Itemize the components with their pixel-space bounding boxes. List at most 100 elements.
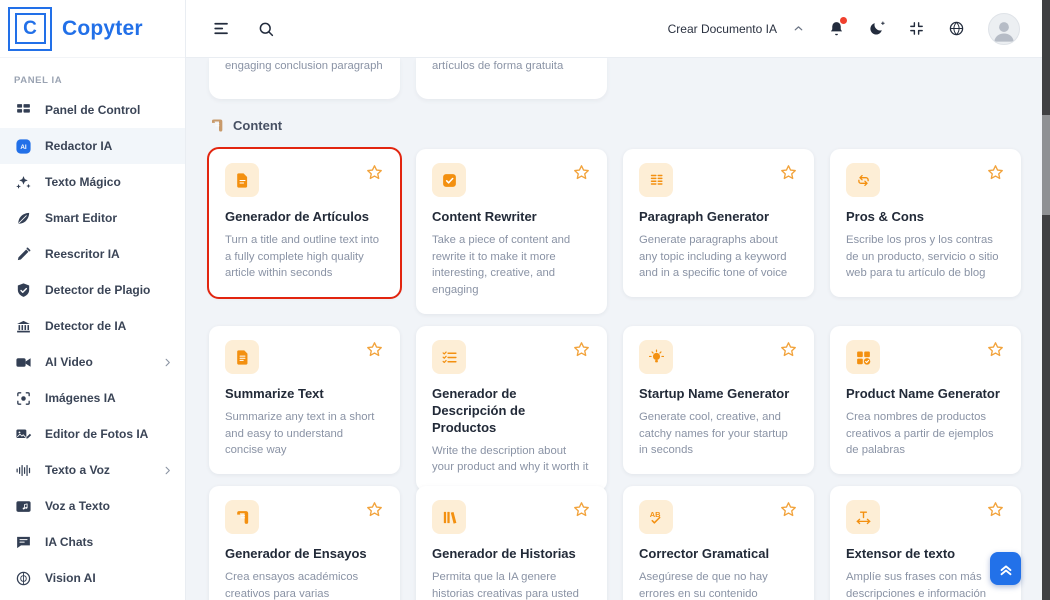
tool-card-startup-name-generator[interactable]: Startup Name GeneratorGenerate cool, cre… <box>623 326 814 474</box>
tool-card-corrector-gramatical[interactable]: AB Corrector Gramatical Asegúrese de que n… <box>623 486 814 600</box>
favorite-star-icon[interactable] <box>986 163 1005 182</box>
tool-card-generador-de-ensayos[interactable]: Generador de EnsayosCrea ensayos académi… <box>209 486 400 600</box>
favorite-star-icon[interactable] <box>779 500 798 519</box>
waveform-icon <box>14 461 32 479</box>
tool-card-generador-de-artículos[interactable]: Generador de ArtículosTurn a title and o… <box>209 149 400 297</box>
tool-card-content-rewriter[interactable]: Content Rewriter Take a piece of content … <box>416 149 607 314</box>
sidebar-item-detector-de-plagio[interactable]: Detector de Plagio <box>0 272 185 308</box>
favorite-star-icon[interactable] <box>986 340 1005 359</box>
favorite-star-icon[interactable] <box>572 163 591 182</box>
notifications-bell-icon[interactable] <box>828 20 845 37</box>
partial-card-text: artículos de forma gratuita <box>432 60 591 72</box>
card-title: Corrector Gramatical <box>639 546 798 563</box>
favorite-star-icon[interactable] <box>365 500 384 519</box>
card-top <box>846 163 1005 197</box>
favorite-star-icon[interactable] <box>365 163 384 182</box>
card-title: Summarize Text <box>225 386 384 403</box>
scrollbar-thumb[interactable] <box>1042 115 1050 215</box>
card-description: Asegúrese de que no hay errores en su co… <box>639 569 798 600</box>
fullscreen-icon[interactable] <box>908 20 925 37</box>
sidebar-item-label: AI Video <box>45 355 93 369</box>
main-column: Crear Documento IA engaging conclusion p… <box>186 0 1050 600</box>
voice-file-icon <box>14 497 32 515</box>
tool-card-paragraph-generator[interactable]: Paragraph GeneratorGenerate paragraphs a… <box>623 149 814 297</box>
sidebar-item-reescritor-ia[interactable]: Reescritor IA <box>0 236 185 272</box>
card-description: Generate cool, creative, and catchy name… <box>639 409 798 459</box>
dashboard-icon <box>14 101 32 119</box>
card-title: Extensor de texto <box>846 546 1005 563</box>
sidebar-item-texto-a-voz[interactable]: Texto a Voz <box>0 452 185 488</box>
card-top: AB <box>639 500 798 534</box>
favorite-star-icon[interactable] <box>365 340 384 359</box>
card-description: Permita que la IA genere historias creat… <box>432 569 591 600</box>
sidebar-item-detector-de-ia[interactable]: Detector de IA <box>0 308 185 344</box>
sidebar-item-label: Texto a Voz <box>45 463 110 477</box>
user-avatar[interactable] <box>988 13 1020 45</box>
sidebar-item-ai-video[interactable]: AI Video <box>0 344 185 380</box>
sidebar-item-voz-a-texto[interactable]: Voz a Texto <box>0 488 185 524</box>
favorite-star-icon[interactable] <box>986 500 1005 519</box>
dark-mode-moon-icon[interactable] <box>868 20 885 37</box>
favorite-star-icon[interactable] <box>779 163 798 182</box>
card-title: Generador de Artículos <box>225 209 384 226</box>
check-square-icon <box>432 163 466 197</box>
sidebar-item-panel-de-control[interactable]: Panel de Control <box>0 92 185 128</box>
sidebar-section-label: PANEL IA <box>0 58 185 92</box>
chevron-up-icon[interactable] <box>792 22 805 35</box>
sidebar-item-label: Smart Editor <box>45 211 117 225</box>
partial-card[interactable]: artículos de forma gratuita <box>416 58 607 99</box>
sidebar-item-editor-de-fotos-ia[interactable]: Editor de Fotos IA <box>0 416 185 452</box>
card-description: Crea nombres de productos creativos a pa… <box>846 409 1005 459</box>
scroll-icon <box>225 500 259 534</box>
card-top <box>225 163 384 197</box>
product-boxes-icon <box>846 340 880 374</box>
brain-icon <box>14 569 32 587</box>
file-icon <box>225 163 259 197</box>
favorite-star-icon[interactable] <box>779 340 798 359</box>
create-document-menu[interactable]: Crear Documento IA <box>668 22 777 36</box>
topbar: Crear Documento IA <box>186 0 1050 58</box>
card-title: Paragraph Generator <box>639 209 798 226</box>
sidebar-item-texto-mágico[interactable]: Texto Mágico <box>0 164 185 200</box>
sidebar-item-label: Panel de Control <box>45 103 140 117</box>
card-title: Content Rewriter <box>432 209 591 226</box>
brand-name: Copyter <box>62 17 143 41</box>
card-top <box>432 163 591 197</box>
sidebar-item-smart-editor[interactable]: Smart Editor <box>0 200 185 236</box>
sidebar-item-ia-chats[interactable]: IA Chats <box>0 524 185 560</box>
card-title: Product Name Generator <box>846 386 1005 403</box>
language-globe-icon[interactable] <box>948 20 965 37</box>
card-description: Escribe los pros y los contras de un pro… <box>846 232 1005 282</box>
card-description: Summarize any text in a short and easy t… <box>225 409 384 459</box>
sidebar-item-vision-ai[interactable]: Vision AI <box>0 560 185 596</box>
text-indent-icon[interactable] <box>212 19 231 38</box>
sidebar-item-label: Imágenes IA <box>45 391 116 405</box>
card-row: Generador de EnsayosCrea ensayos académi… <box>209 486 1050 600</box>
tool-card-generador-de-descripción-de-productos[interactable]: Generador de Descripción de ProductosWri… <box>416 326 607 491</box>
card-description: Amplíe sus frases con más descripciones … <box>846 569 1005 600</box>
sidebar-item-redactor-ia[interactable]: AIRedactor IA <box>0 128 185 164</box>
sidebar-item-label: Reescritor IA <box>45 247 120 261</box>
brand-logo[interactable]: C Copyter <box>0 0 185 58</box>
card-top <box>432 500 591 534</box>
scroll-to-top-button[interactable] <box>990 552 1021 585</box>
sidebar-item-label: Texto Mágico <box>45 175 121 189</box>
tool-card-summarize-text[interactable]: Summarize Text Summarize any text in a sh… <box>209 326 400 474</box>
page-scrollbar[interactable] <box>1042 0 1050 600</box>
favorite-star-icon[interactable] <box>572 340 591 359</box>
paragraph-icon <box>639 163 673 197</box>
tool-card-product-name-generator[interactable]: Product Name Generator Crea nombres de pr… <box>830 326 1021 474</box>
sidebar: C Copyter PANEL IA Panel de Control AIRed… <box>0 0 186 600</box>
tool-card-generador-de-historias[interactable]: Generador de Historias Permita que la IA … <box>416 486 607 600</box>
section-title: Content <box>233 118 282 133</box>
sidebar-item-imágenes-ia[interactable]: Imágenes IA <box>0 380 185 416</box>
search-icon[interactable] <box>257 20 275 38</box>
card-top <box>432 340 591 374</box>
card-description: Take a piece of content and rewrite it t… <box>432 232 591 299</box>
scroll-icon <box>209 117 225 133</box>
partial-card[interactable]: engaging conclusion paragraph <box>209 58 400 99</box>
tool-card-pros-&-cons[interactable]: Pros & ConsEscribe los pros y los contra… <box>830 149 1021 297</box>
bank-icon <box>14 317 32 335</box>
favorite-star-icon[interactable] <box>572 500 591 519</box>
card-title: Generador de Historias <box>432 546 591 563</box>
